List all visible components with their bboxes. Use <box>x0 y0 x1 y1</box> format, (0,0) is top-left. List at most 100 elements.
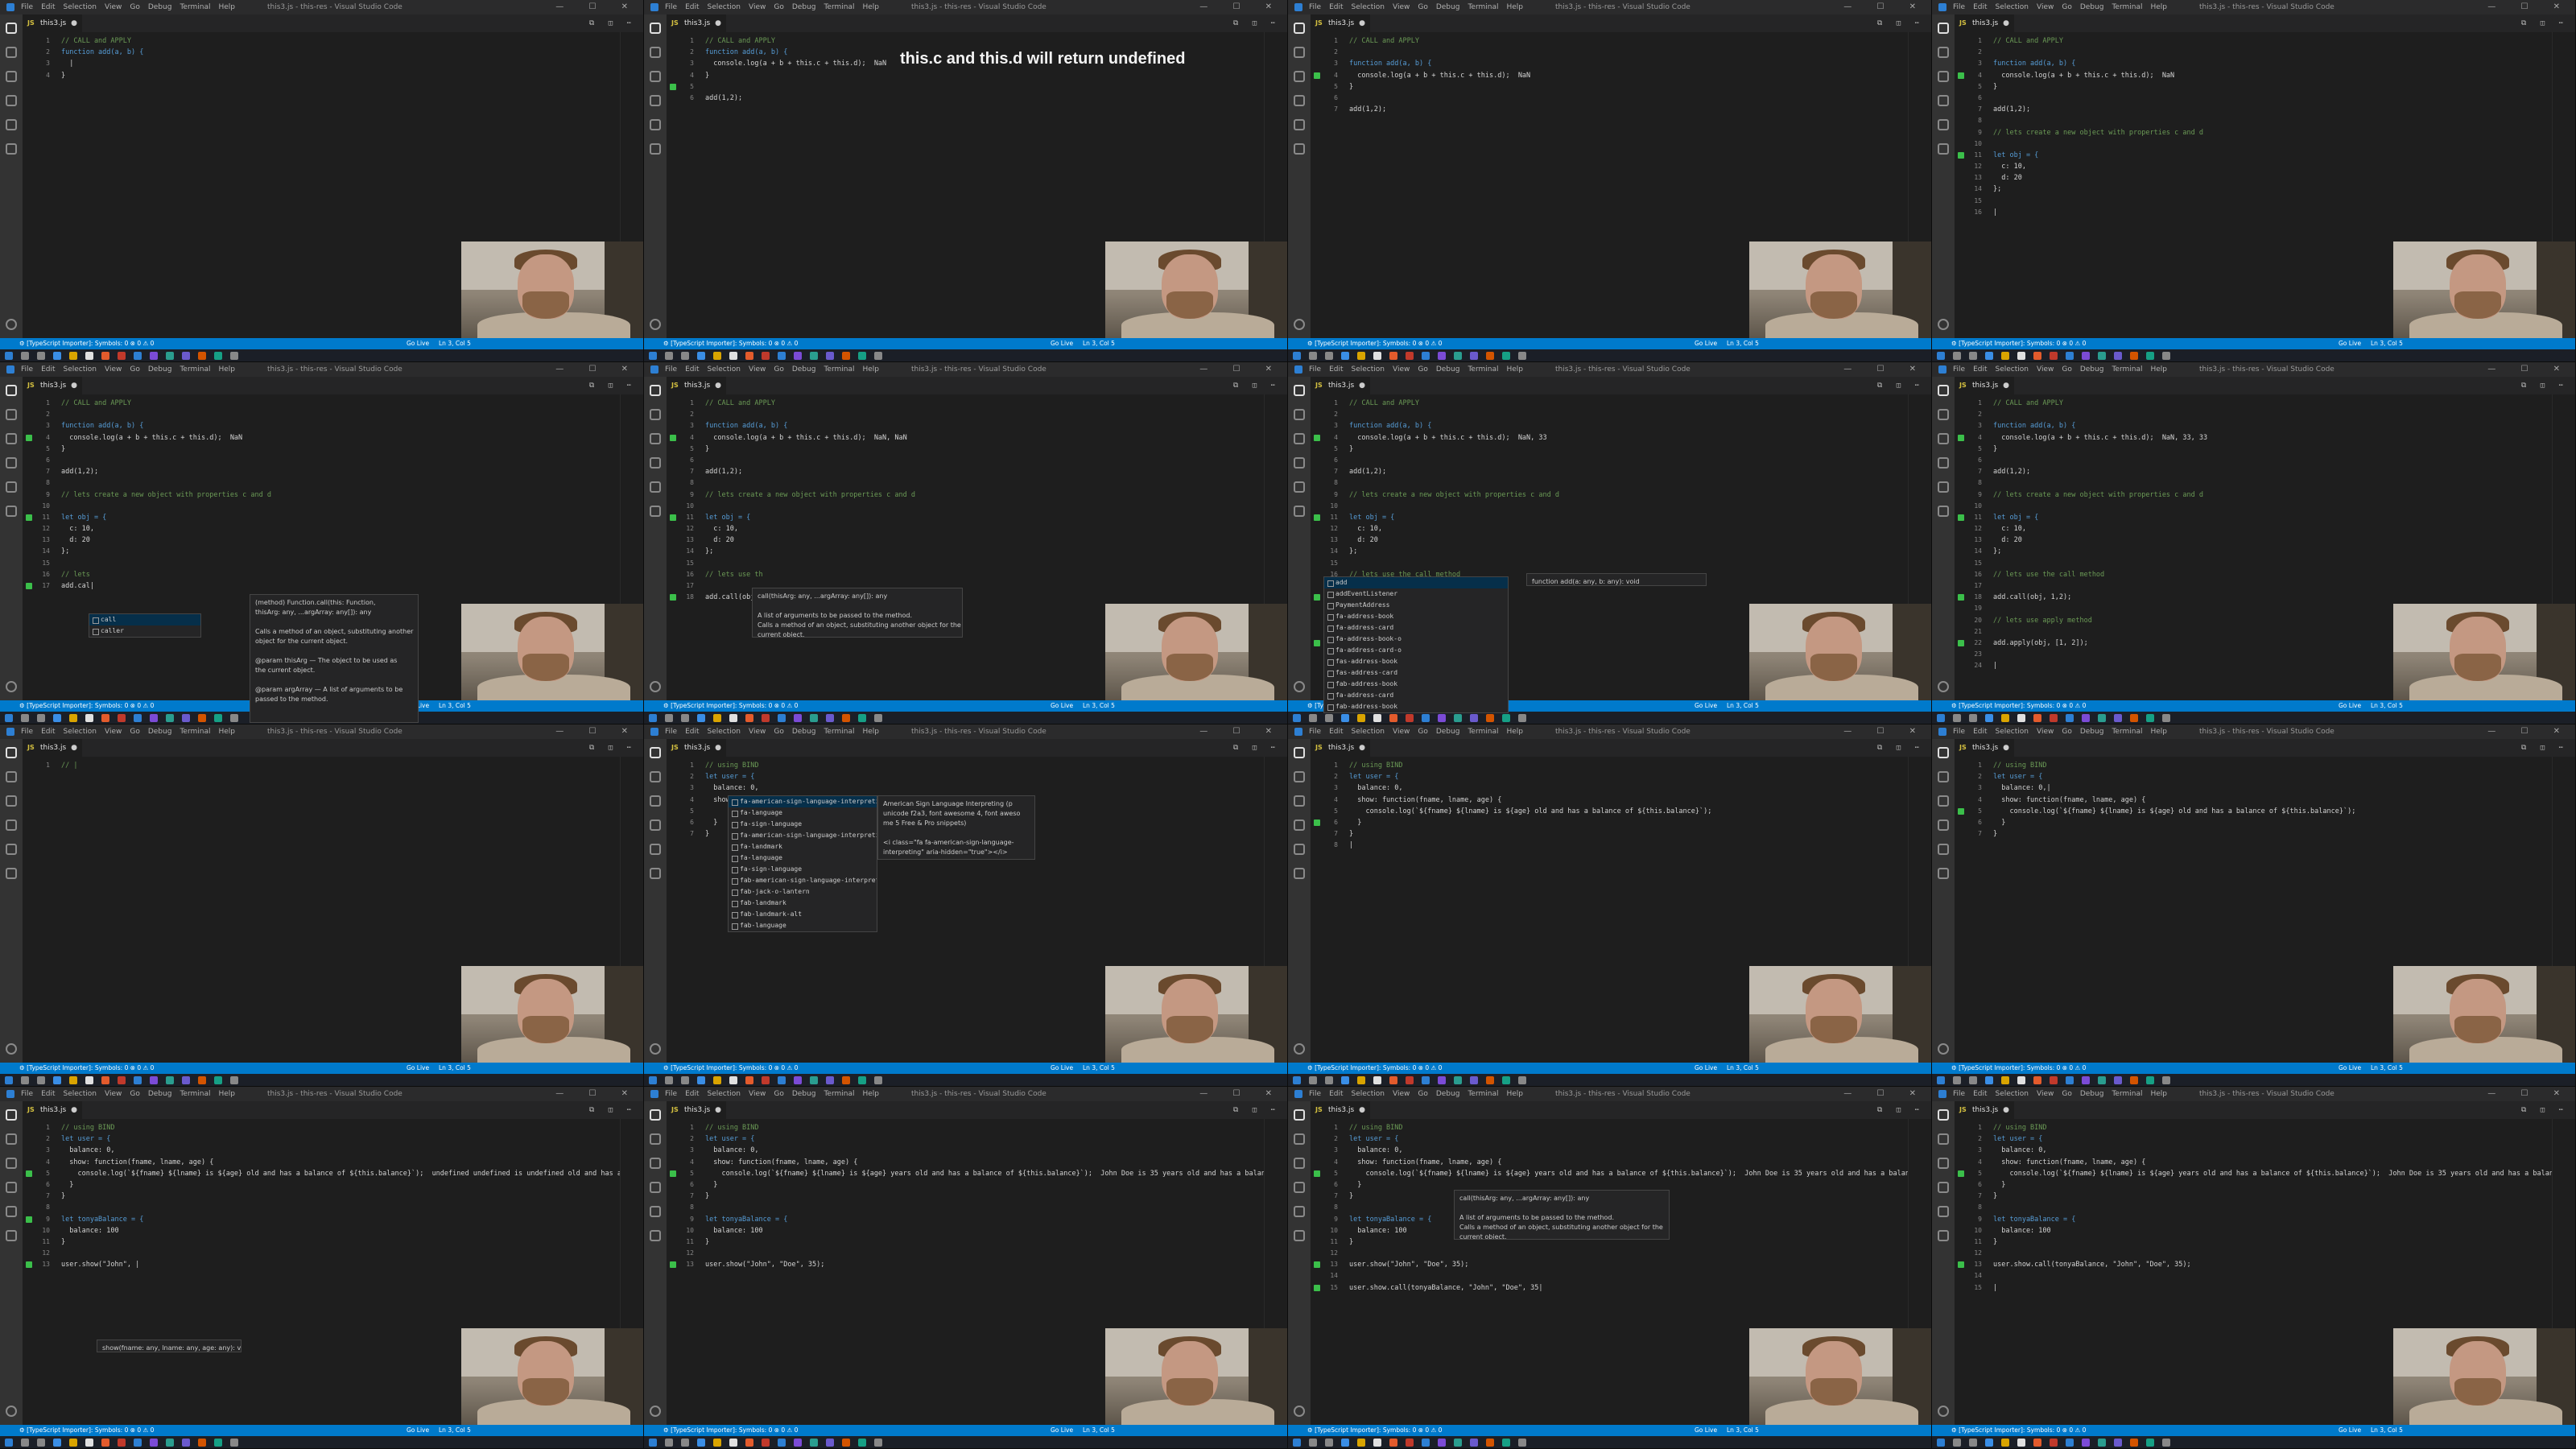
menu-item-selection[interactable]: Selection <box>1996 365 2029 374</box>
menu-item-debug[interactable]: Debug <box>148 1090 172 1098</box>
editor-actions[interactable]: ⧉ ◫ ⋯ <box>2521 1101 2568 1119</box>
menu-item-terminal[interactable]: Terminal <box>1468 728 1498 736</box>
editor-actions[interactable]: ⧉ ◫ ⋯ <box>589 377 636 394</box>
menu-item-view[interactable]: View <box>1393 728 1410 736</box>
taskbar-app-icon[interactable] <box>858 714 866 722</box>
debug-icon[interactable] <box>1294 95 1305 106</box>
taskbar-app-icon[interactable] <box>37 1439 45 1447</box>
settings-gear-icon[interactable] <box>650 1043 661 1055</box>
taskbar-app-icon[interactable] <box>826 1439 834 1447</box>
menu-item-view[interactable]: View <box>105 3 122 11</box>
menu-item-view[interactable]: View <box>749 3 766 11</box>
menu-item-selection[interactable]: Selection <box>1352 365 1385 374</box>
settings-gear-icon[interactable] <box>6 319 17 330</box>
menu-item-help[interactable]: Help <box>862 3 879 11</box>
taskbar-app-icon[interactable] <box>1373 352 1381 360</box>
taskbar-app-icon[interactable] <box>858 1076 866 1084</box>
menu-item-help[interactable]: Help <box>218 3 235 11</box>
tab-this3-js[interactable]: JS this3.js ● <box>667 377 726 394</box>
status-left[interactable]: ⚙ [TypeScript Importer]: Symbols: 0 ⊗ 0 … <box>19 702 154 709</box>
taskbar-app-icon[interactable] <box>826 714 834 722</box>
taskbar-app-icon[interactable] <box>1341 1076 1349 1084</box>
suggestion-item[interactable]: fa-sign-language <box>729 864 877 875</box>
menu-item-terminal[interactable]: Terminal <box>824 1090 854 1098</box>
explorer-icon[interactable] <box>6 385 17 396</box>
menu-item-selection[interactable]: Selection <box>1352 3 1385 11</box>
menu-item-help[interactable]: Help <box>1506 3 1523 11</box>
status-left[interactable]: ⚙ [TypeScript Importer]: Symbols: 0 ⊗ 0 … <box>663 1426 798 1434</box>
menu-item-edit[interactable]: Edit <box>1329 1090 1343 1098</box>
taskbar-app-icon[interactable] <box>1406 352 1414 360</box>
windows-start-icon[interactable] <box>1293 352 1301 360</box>
tab-this3-js[interactable]: JS this3.js ● <box>1955 377 2014 394</box>
window-controls[interactable]: — ☐ ✕ <box>555 362 639 377</box>
windows-start-icon[interactable] <box>649 1076 657 1084</box>
tab-this3-js[interactable]: JS this3.js ● <box>1311 739 1370 757</box>
taskbar-app-icon[interactable] <box>2130 714 2138 722</box>
settings-gear-icon[interactable] <box>6 681 17 692</box>
breakpoint-icon[interactable] <box>1958 514 1964 521</box>
cursor-position[interactable]: Ln 3, Col 5 <box>439 700 471 712</box>
taskbar-app-icon[interactable] <box>810 352 818 360</box>
menu-item-terminal[interactable]: Terminal <box>180 3 210 11</box>
taskbar-app-icon[interactable] <box>134 352 142 360</box>
extensions-icon[interactable] <box>6 119 17 130</box>
taskbar-app-icon[interactable] <box>85 1076 93 1084</box>
settings-gear-icon[interactable] <box>1938 319 1949 330</box>
menu-item-view[interactable]: View <box>1393 3 1410 11</box>
taskbar-app-icon[interactable] <box>21 714 29 722</box>
taskbar-app-icon[interactable] <box>1502 714 1510 722</box>
search-icon[interactable] <box>1294 771 1305 782</box>
taskbar-app-icon[interactable] <box>1438 1439 1446 1447</box>
taskbar-app-icon[interactable] <box>118 714 126 722</box>
extensions-icon[interactable] <box>1294 481 1305 493</box>
debug-icon[interactable] <box>1294 819 1305 831</box>
editor-actions[interactable]: ⧉ ◫ ⋯ <box>1233 1101 1280 1119</box>
breakpoint-icon[interactable] <box>670 514 676 521</box>
breakpoint-icon[interactable] <box>670 1170 676 1177</box>
source-control-icon[interactable] <box>650 1158 661 1169</box>
taskbar-app-icon[interactable] <box>729 352 737 360</box>
taskbar-app-icon[interactable] <box>2001 714 2009 722</box>
taskbar-app-icon[interactable] <box>53 1076 61 1084</box>
debug-icon[interactable] <box>1938 1182 1949 1193</box>
windows-start-icon[interactable] <box>1293 1439 1301 1447</box>
go-live-button[interactable]: Go Live <box>407 338 429 349</box>
editor-actions[interactable]: ⧉ ◫ ⋯ <box>2521 14 2568 32</box>
taskbar-app-icon[interactable] <box>2098 352 2106 360</box>
taskbar-app-icon[interactable] <box>1389 1076 1397 1084</box>
taskbar-app-icon[interactable] <box>2050 714 2058 722</box>
search-icon[interactable] <box>650 409 661 420</box>
taskbar-app-icon[interactable] <box>2082 1076 2090 1084</box>
remote-icon[interactable] <box>1938 143 1949 155</box>
breakpoint-icon[interactable] <box>1958 151 1964 159</box>
tab-this3-js[interactable]: JS this3.js ● <box>23 1101 82 1119</box>
taskbar-app-icon[interactable] <box>745 1439 753 1447</box>
taskbar-app-icon[interactable] <box>2033 1076 2041 1084</box>
extensions-icon[interactable] <box>650 1206 661 1217</box>
extensions-icon[interactable] <box>650 481 661 493</box>
go-live-button[interactable]: Go Live <box>1695 338 1717 349</box>
remote-icon[interactable] <box>1938 1230 1949 1241</box>
menu-item-selection[interactable]: Selection <box>1352 1090 1385 1098</box>
extensions-icon[interactable] <box>650 844 661 855</box>
taskbar-app-icon[interactable] <box>118 1439 126 1447</box>
taskbar-app-icon[interactable] <box>1438 352 1446 360</box>
settings-gear-icon[interactable] <box>1938 681 1949 692</box>
menu-item-help[interactable]: Help <box>2150 365 2167 374</box>
settings-gear-icon[interactable] <box>1938 1043 1949 1055</box>
explorer-icon[interactable] <box>1294 1109 1305 1121</box>
source-control-icon[interactable] <box>650 795 661 807</box>
taskbar-app-icon[interactable] <box>1309 714 1317 722</box>
editor-actions[interactable]: ⧉ ◫ ⋯ <box>1233 739 1280 757</box>
debug-icon[interactable] <box>650 457 661 469</box>
windows-start-icon[interactable] <box>1293 714 1301 722</box>
taskbar-app-icon[interactable] <box>1518 714 1526 722</box>
taskbar-app-icon[interactable] <box>729 1076 737 1084</box>
suggestion-item[interactable]: fab-jack-o-lantern <box>729 886 877 898</box>
breakpoint-icon[interactable] <box>670 83 676 90</box>
taskbar-app-icon[interactable] <box>713 714 721 722</box>
taskbar-app-icon[interactable] <box>150 352 158 360</box>
extensions-icon[interactable] <box>6 1206 17 1217</box>
windows-start-icon[interactable] <box>1937 1076 1945 1084</box>
